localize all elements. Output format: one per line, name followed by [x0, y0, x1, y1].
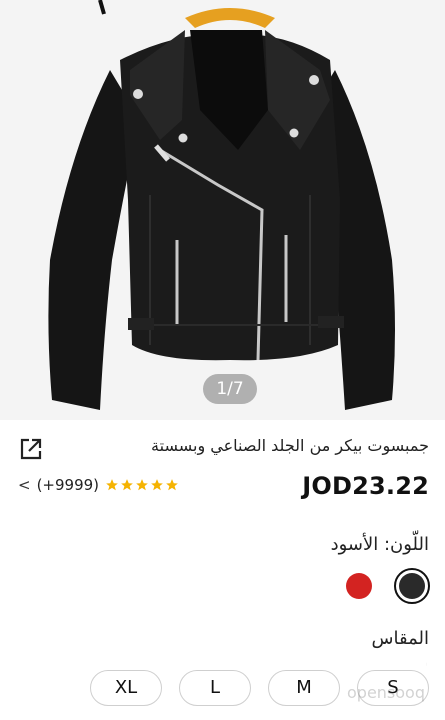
size-label: المقاس — [371, 628, 429, 649]
size-option-s[interactable]: S — [357, 670, 429, 706]
star-icon — [136, 479, 148, 491]
rating-row[interactable]: < (+9999) — [18, 476, 179, 494]
share-external-icon[interactable] — [18, 436, 44, 462]
size-option-xl[interactable]: XL — [90, 670, 162, 706]
size-option-m[interactable]: M — [268, 670, 340, 706]
color-swatch-red[interactable] — [341, 568, 377, 604]
svg-text:السوق المفتوح: السوق المفتوح — [425, 650, 427, 678]
image-pager: 1/7 — [203, 374, 257, 404]
star-icon — [106, 479, 118, 491]
product-price: JOD23.22 — [302, 472, 429, 500]
color-label: اللّون: الأسود — [330, 534, 429, 555]
rating-count: (+9999) — [36, 476, 100, 494]
swatch-fill-red — [346, 573, 372, 599]
product-image-gallery[interactable]: 1/7 — [0, 0, 445, 420]
star-icon — [121, 479, 133, 491]
star-icon — [166, 479, 178, 491]
color-swatch-black[interactable] — [394, 568, 430, 604]
swatch-fill-black — [399, 573, 425, 599]
jacket-image — [48, 0, 395, 410]
size-option-l[interactable]: L — [179, 670, 251, 706]
star-icon — [151, 479, 163, 491]
product-title: جمبسوت بيكر من الجلد الصناعي وبسستة — [151, 436, 429, 455]
chevron-left-icon: < — [18, 476, 31, 494]
star-rating — [105, 478, 179, 492]
